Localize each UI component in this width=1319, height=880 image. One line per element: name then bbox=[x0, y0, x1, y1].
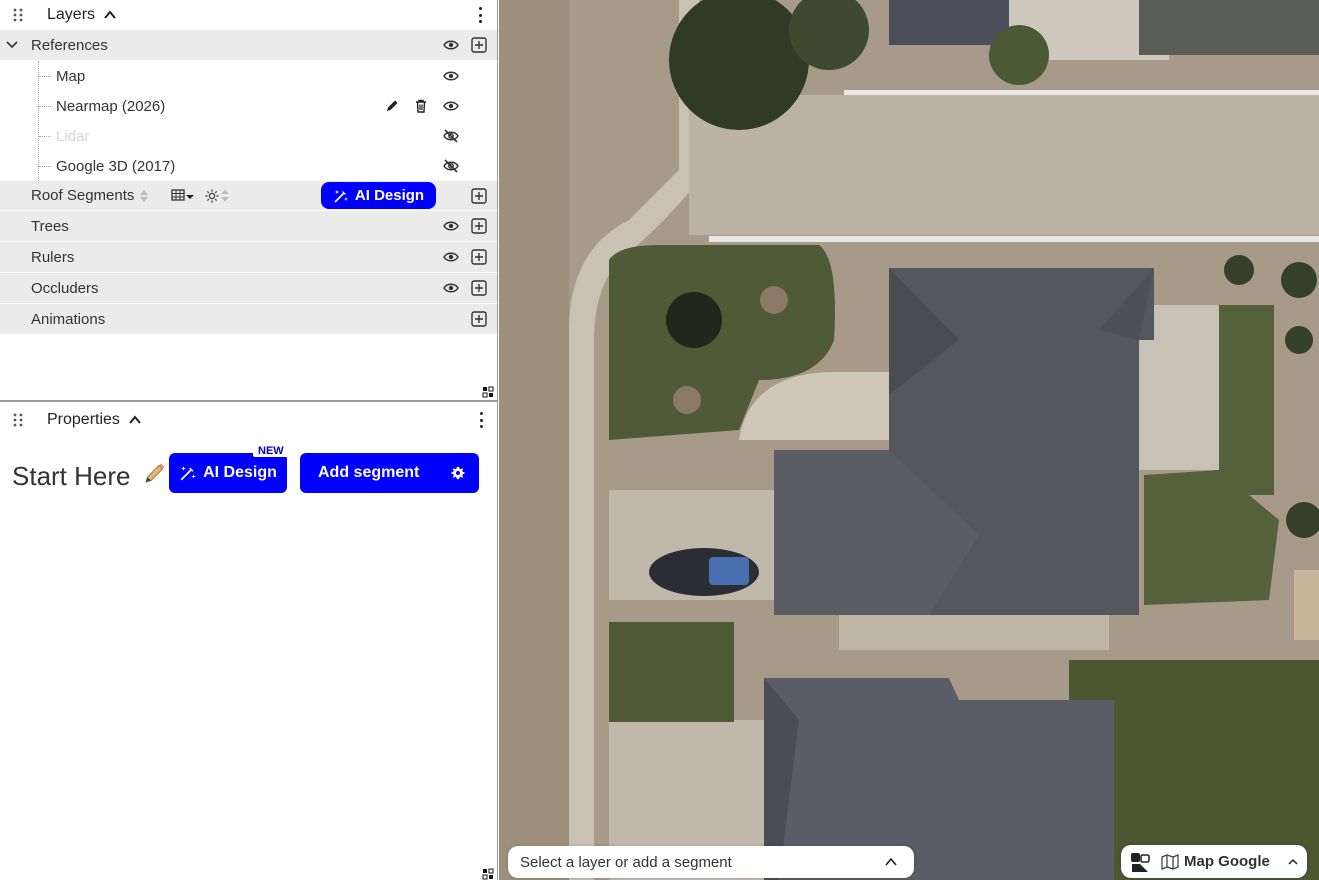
pencil-icon[interactable] bbox=[384, 98, 400, 114]
add-square-icon[interactable] bbox=[471, 37, 487, 53]
status-text: Select a layer or add a segment bbox=[520, 853, 732, 871]
map-canvas[interactable] bbox=[499, 0, 1319, 880]
ai-design-label: AI Design bbox=[203, 464, 277, 481]
add-square-icon[interactable] bbox=[471, 218, 487, 234]
map-icon bbox=[1161, 853, 1179, 870]
aerial-imagery bbox=[499, 0, 1319, 880]
add-square-icon[interactable] bbox=[471, 188, 487, 204]
group-label: Roof Segments bbox=[31, 187, 135, 204]
eye-off-icon[interactable] bbox=[443, 158, 459, 174]
layer-label: Google 3D (2017) bbox=[56, 157, 176, 175]
magic-wand-icon bbox=[334, 189, 348, 203]
chevron-up-icon[interactable] bbox=[128, 413, 142, 427]
sort-icon[interactable] bbox=[139, 189, 149, 203]
drag-handle-icon[interactable] bbox=[0, 8, 36, 22]
references-children: Map Nearmap (2026) Lidar Google 3D (2017… bbox=[0, 61, 497, 181]
layer-item-google-3d[interactable]: Google 3D (2017) bbox=[0, 151, 497, 181]
layer-label: Map bbox=[56, 67, 86, 85]
brightness-icon[interactable] bbox=[205, 188, 233, 204]
add-segment-label: Add segment bbox=[318, 464, 420, 481]
layer-item-lidar[interactable]: Lidar bbox=[0, 121, 497, 151]
group-label: References bbox=[31, 36, 108, 54]
pencil-icon bbox=[145, 463, 165, 483]
map-source-label: Map Google bbox=[1184, 853, 1270, 870]
chevron-up-icon[interactable] bbox=[103, 8, 117, 22]
map-source-switcher[interactable]: Map Google bbox=[1121, 845, 1307, 878]
eye-icon[interactable] bbox=[443, 218, 459, 234]
ai-design-button-small[interactable]: AI Design bbox=[321, 182, 436, 209]
drag-handle-icon[interactable] bbox=[0, 413, 36, 427]
chevron-up-icon[interactable] bbox=[884, 855, 898, 869]
layers-logo-icon bbox=[1131, 852, 1150, 872]
ai-design-label: AI Design bbox=[354, 187, 425, 204]
add-square-icon[interactable] bbox=[471, 249, 487, 265]
eye-icon[interactable] bbox=[443, 68, 459, 84]
trash-icon[interactable] bbox=[413, 98, 429, 114]
eye-off-icon[interactable] bbox=[443, 128, 459, 144]
gear-icon[interactable] bbox=[451, 466, 465, 480]
start-here-title: Start Here bbox=[12, 461, 131, 491]
layers-menu-icon[interactable] bbox=[477, 7, 483, 23]
layer-group-references[interactable]: References bbox=[0, 30, 497, 61]
eye-icon[interactable] bbox=[443, 37, 459, 53]
properties-menu-icon[interactable] bbox=[478, 412, 484, 428]
group-label: Rulers bbox=[31, 248, 75, 266]
left-panel: Layers References Map Nearmap (2026) Lid… bbox=[0, 0, 498, 880]
layer-item-nearmap[interactable]: Nearmap (2026) bbox=[0, 91, 497, 121]
resize-handle-icon[interactable] bbox=[482, 386, 494, 398]
eye-icon[interactable] bbox=[443, 98, 459, 114]
layer-group-trees[interactable]: Trees bbox=[0, 211, 497, 242]
layer-item-map[interactable]: Map bbox=[0, 61, 497, 91]
resize-handle-icon[interactable] bbox=[482, 868, 494, 880]
layer-group-animations[interactable]: Animations bbox=[0, 304, 497, 335]
properties-title: Properties bbox=[47, 411, 120, 428]
ai-design-button[interactable]: AI Design bbox=[169, 453, 287, 493]
eye-icon[interactable] bbox=[443, 249, 459, 265]
new-badge: NEW bbox=[253, 445, 289, 457]
group-label: Occluders bbox=[31, 279, 99, 297]
status-bar[interactable]: Select a layer or add a segment bbox=[508, 846, 914, 878]
add-square-icon[interactable] bbox=[471, 280, 487, 296]
group-label: Trees bbox=[31, 217, 69, 235]
chevron-up-icon[interactable] bbox=[1287, 856, 1299, 868]
start-area: Start Here AI Design NEW Add segment bbox=[0, 445, 498, 495]
layer-group-occluders[interactable]: Occluders bbox=[0, 273, 497, 304]
magic-wand-icon bbox=[180, 466, 196, 481]
layer-label: Lidar bbox=[56, 127, 90, 145]
layers-header: Layers bbox=[0, 0, 497, 30]
chevron-down-icon[interactable] bbox=[6, 39, 18, 51]
layers-title: Layers bbox=[47, 6, 96, 23]
table-icon[interactable] bbox=[171, 188, 197, 204]
panel-divider[interactable] bbox=[0, 400, 498, 402]
properties-header: Properties bbox=[0, 405, 498, 435]
eye-icon[interactable] bbox=[443, 280, 459, 296]
add-segment-button[interactable]: Add segment bbox=[300, 453, 479, 493]
add-square-icon[interactable] bbox=[471, 311, 487, 327]
layer-group-rulers[interactable]: Rulers bbox=[0, 242, 497, 273]
group-label: Animations bbox=[31, 310, 106, 328]
layer-label: Nearmap (2026) bbox=[56, 97, 166, 115]
layer-group-roof-segments[interactable]: Roof Segments AI Design bbox=[0, 181, 497, 211]
